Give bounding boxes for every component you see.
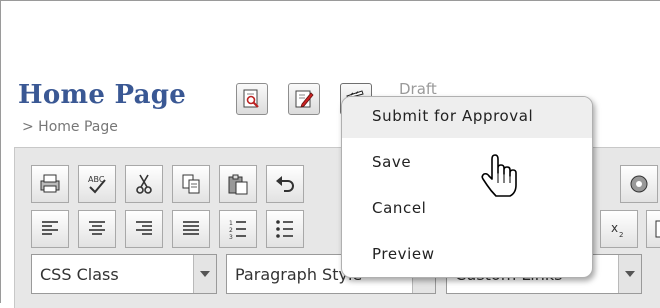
menu-item-cancel[interactable]: Cancel bbox=[342, 189, 592, 230]
svg-text:1: 1 bbox=[229, 220, 233, 227]
cut-button[interactable] bbox=[125, 165, 163, 203]
insert-image-button[interactable] bbox=[620, 165, 658, 203]
undo-button[interactable] bbox=[266, 165, 304, 203]
spellcheck-icon: ABC bbox=[88, 175, 106, 194]
css-class-select-value: CSS Class bbox=[40, 265, 119, 284]
align-center-icon bbox=[89, 221, 105, 235]
edit-page-icon bbox=[295, 90, 314, 108]
svg-text:2: 2 bbox=[619, 231, 623, 239]
image-icon bbox=[630, 175, 648, 193]
spellcheck-button[interactable]: ABC bbox=[78, 165, 116, 203]
cut-icon bbox=[136, 174, 152, 194]
menu-item-preview[interactable]: Preview bbox=[342, 235, 592, 276]
table-button[interactable] bbox=[646, 210, 660, 248]
align-left-button[interactable] bbox=[31, 210, 69, 248]
chevron-down-icon bbox=[618, 255, 641, 293]
hand-cursor-icon bbox=[481, 154, 517, 197]
breadcrumb[interactable]: > Home Page bbox=[22, 119, 118, 135]
preview-page-icon bbox=[243, 89, 259, 108]
align-right-icon bbox=[136, 221, 152, 235]
justify-icon bbox=[183, 221, 199, 235]
subscript-button[interactable]: x2 bbox=[600, 210, 638, 248]
undo-icon bbox=[276, 176, 294, 192]
align-left-icon bbox=[42, 221, 58, 235]
menu-item-save[interactable]: Save bbox=[342, 143, 592, 184]
print-button[interactable] bbox=[31, 165, 69, 203]
table-icon bbox=[655, 220, 660, 238]
workflow-dropdown-menu: Submit for Approval Save Cancel Preview bbox=[341, 96, 593, 278]
paste-icon bbox=[228, 174, 248, 195]
preview-page-button[interactable] bbox=[236, 83, 268, 115]
print-icon bbox=[40, 174, 60, 193]
paste-button[interactable] bbox=[219, 165, 257, 203]
numbered-list-button[interactable]: 123 bbox=[219, 210, 257, 248]
menu-item-submit-for-approval[interactable]: Submit for Approval bbox=[342, 97, 592, 138]
justify-button[interactable] bbox=[172, 210, 210, 248]
align-center-button[interactable] bbox=[78, 210, 116, 248]
align-right-button[interactable] bbox=[125, 210, 163, 248]
bullet-list-icon bbox=[276, 220, 293, 238]
page-title: Home Page bbox=[18, 80, 187, 110]
bullet-list-button[interactable] bbox=[266, 210, 304, 248]
copy-button[interactable] bbox=[172, 165, 210, 203]
svg-text:x: x bbox=[611, 221, 618, 235]
subscript-icon: x2 bbox=[611, 221, 623, 239]
css-class-select[interactable]: CSS Class bbox=[31, 254, 217, 294]
numbered-list-icon: 123 bbox=[229, 220, 246, 241]
svg-text:2: 2 bbox=[229, 227, 233, 234]
chevron-down-icon bbox=[193, 255, 216, 293]
copy-icon bbox=[182, 174, 200, 194]
svg-text:3: 3 bbox=[229, 234, 233, 241]
edit-page-button[interactable] bbox=[288, 83, 320, 115]
